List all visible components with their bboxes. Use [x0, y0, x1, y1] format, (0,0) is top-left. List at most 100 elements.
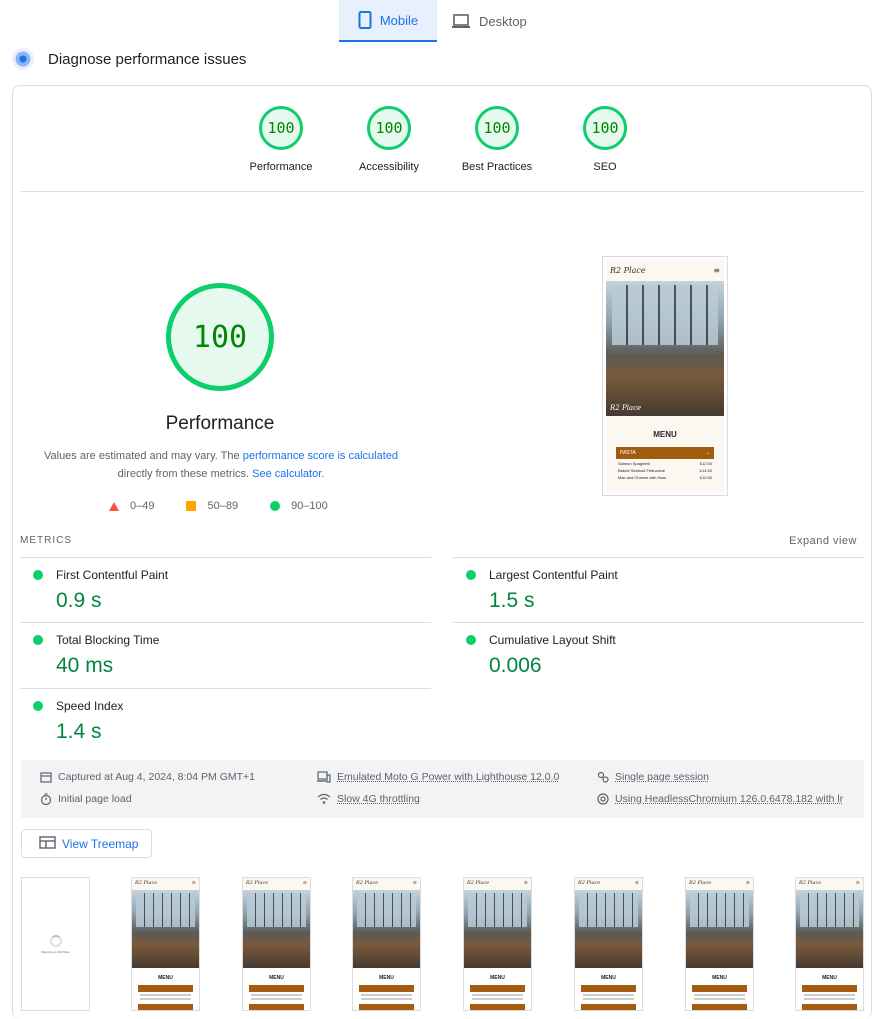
- runtime-settings: Captured at Aug 4, 2024, 8:04 PM GMT+1 E…: [21, 760, 864, 818]
- spinner-icon: [49, 934, 62, 947]
- screenshot-menu-item: Mac and Cheese with Ham £10.50: [618, 475, 712, 480]
- metric-value: 1.4 s: [56, 720, 102, 743]
- view-treemap-button[interactable]: View Treemap: [21, 829, 152, 858]
- screenshot-section-bar: PASTA ⌄: [616, 447, 714, 459]
- filmstrip: Welcome to R2 Place R2 Place ≡ MENU R2 Pla…: [21, 877, 864, 1019]
- session-icon: [597, 771, 609, 783]
- gauge-performance[interactable]: 100 Performance: [239, 106, 323, 173]
- screenshot-menu-item: Salmon Spaghetti £12.50: [618, 461, 712, 466]
- metric-name: Cumulative Layout Shift: [489, 633, 616, 647]
- metrics-header: METRICS: [20, 535, 72, 546]
- performance-main-label: Performance: [165, 413, 275, 434]
- chrome-icon: [597, 793, 609, 805]
- score-legend: 0–49 50–89 90–100: [109, 500, 328, 512]
- filmstrip-frame: R2 Place ≡ MENU: [242, 877, 311, 1011]
- screenshot-section: PASTA: [620, 450, 636, 456]
- desc-text-1: Values are estimated and may vary. The: [43, 450, 243, 462]
- phone-icon: [358, 11, 372, 29]
- metric-value: 40 ms: [56, 654, 114, 677]
- filmstrip-frame: R2 Place ≡ MENU: [574, 877, 643, 1011]
- diagnose-icon: [12, 48, 34, 70]
- screenshot-page: R2 Place ≡ R2 Place MENU PASTA ⌄ Salmon S…: [606, 260, 724, 492]
- filmstrip-frame: R2 Place ≡ MENU: [463, 877, 532, 1011]
- gauge-score: 100: [259, 106, 303, 150]
- category-gauges: 100 Performance 100 Accessibility 100 Be…: [13, 106, 871, 173]
- metric-fcp: First Contentful Paint 0.9 s: [20, 557, 431, 623]
- screenshot-menu-item: Baked Seafood Fettuccine £14.50: [618, 468, 712, 473]
- treemap-label: View Treemap: [62, 836, 139, 851]
- metric-value: 0.006: [489, 654, 542, 677]
- filmstrip-frame: R2 Place ≡ MENU: [352, 877, 421, 1011]
- tab-desktop[interactable]: Desktop: [437, 0, 541, 42]
- device-tabs: Mobile Desktop: [339, 0, 541, 42]
- metric-value: 0.9 s: [56, 589, 102, 612]
- pass-dot-icon: [466, 570, 476, 580]
- filmstrip-frame: Welcome to R2 Place: [21, 877, 90, 1011]
- wifi-icon: [317, 793, 331, 805]
- treemap-icon: [39, 835, 56, 852]
- hamburger-icon: ≡: [713, 266, 720, 275]
- desc-text-2: directly from these metrics.: [117, 468, 253, 480]
- metric-name: Speed Index: [56, 699, 124, 713]
- screenshot-brand: R2 Place: [610, 266, 646, 275]
- runtime-initial-load: Initial page load: [40, 793, 132, 805]
- divider: [21, 191, 864, 192]
- metric-name: Total Blocking Time: [56, 633, 160, 647]
- circle-icon: [270, 501, 281, 511]
- pass-dot-icon: [33, 701, 43, 711]
- gauge-label: Performance: [249, 161, 313, 173]
- metric-speed-index: Speed Index 1.4 s: [20, 688, 431, 754]
- tab-mobile[interactable]: Mobile: [339, 0, 437, 42]
- screenshot-hero-brand: R2 Place: [610, 404, 642, 412]
- pass-dot-icon: [33, 570, 43, 580]
- metric-cls: Cumulative Layout Shift 0.006: [453, 622, 864, 688]
- pass-dot-icon: [466, 635, 476, 645]
- runtime-captured: Captured at Aug 4, 2024, 8:04 PM GMT+1: [40, 771, 255, 783]
- metric-name: First Contentful Paint: [56, 568, 169, 582]
- legend-pass: 90–100: [291, 500, 328, 512]
- expand-view-button[interactable]: Expand view: [789, 535, 857, 547]
- devices-icon: [317, 771, 331, 783]
- tab-desktop-label: Desktop: [479, 13, 527, 29]
- diagnose-header: Diagnose performance issues: [12, 48, 246, 70]
- metric-lcp: Largest Contentful Paint 1.5 s: [453, 557, 864, 623]
- gauge-label: Best Practices: [461, 161, 533, 173]
- gauge-label: SEO: [593, 161, 617, 173]
- metric-value: 1.5 s: [489, 589, 535, 612]
- timer-icon: [40, 793, 52, 805]
- square-icon: [186, 501, 197, 511]
- pass-dot-icon: [33, 635, 43, 645]
- report-card: 100 Performance 100 Accessibility 100 Be…: [12, 85, 872, 1019]
- runtime-session[interactable]: Single page session: [597, 771, 709, 783]
- laptop-icon: [451, 13, 471, 29]
- performance-description: Values are estimated and may vary. The p…: [37, 447, 405, 483]
- performance-main-gauge: 100: [166, 283, 274, 391]
- filmstrip-frame: R2 Place ≡ MENU: [685, 877, 754, 1011]
- runtime-browser[interactable]: Using HeadlessChromium 126.0.6478.182 wi…: [597, 793, 843, 805]
- see-calculator-link[interactable]: See calculator.: [252, 468, 324, 480]
- screenshot-header: R2 Place ≡: [606, 260, 724, 281]
- filmstrip-frame: R2 Place ≡ MENU: [795, 877, 864, 1011]
- gauge-score: 100: [583, 106, 627, 150]
- gauge-accessibility[interactable]: 100 Accessibility: [347, 106, 431, 173]
- gauge-seo[interactable]: 100 SEO: [563, 106, 647, 173]
- legend-average: 50–89: [207, 500, 239, 512]
- calendar-icon: [40, 771, 52, 783]
- tab-mobile-label: Mobile: [379, 12, 419, 28]
- score-calculated-link[interactable]: performance score is calculated: [243, 450, 398, 462]
- legend-fail: 0–49: [130, 500, 155, 512]
- screenshot-menu-heading: MENU: [653, 430, 677, 439]
- gauge-score: 100: [475, 106, 519, 150]
- metric-tbt: Total Blocking Time 40 ms: [20, 622, 431, 688]
- runtime-emulated[interactable]: Emulated Moto G Power with Lighthouse 12…: [317, 771, 559, 783]
- screenshot-hero-image: R2 Place: [606, 281, 724, 416]
- gauge-best-practices[interactable]: 100 Best Practices: [455, 106, 539, 173]
- metric-name: Largest Contentful Paint: [489, 568, 618, 582]
- gauge-score: 100: [367, 106, 411, 150]
- runtime-throttling[interactable]: Slow 4G throttling: [317, 793, 420, 805]
- final-screenshot[interactable]: R2 Place ≡ R2 Place MENU PASTA ⌄ Salmon S…: [602, 256, 728, 496]
- filmstrip-frame: R2 Place ≡ MENU: [131, 877, 200, 1011]
- triangle-icon: [109, 501, 119, 511]
- gauge-label: Accessibility: [359, 161, 419, 173]
- diagnose-title: Diagnose performance issues: [48, 50, 247, 68]
